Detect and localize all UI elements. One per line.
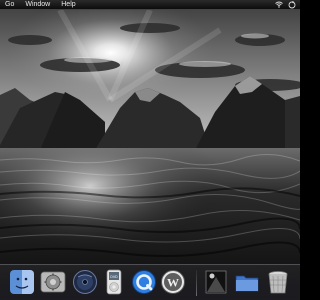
dock-trash[interactable] [265, 269, 291, 295]
menu-status-area [275, 0, 296, 9]
image-viewer-icon [205, 270, 227, 294]
menu-bar: Go Window Help [0, 0, 300, 10]
dvd-player-icon [73, 270, 97, 294]
dock-quicktime[interactable] [131, 269, 157, 295]
wordpress-icon: W [161, 270, 185, 294]
wifi-icon[interactable] [275, 1, 283, 9]
dock-system-preferences[interactable] [40, 269, 66, 295]
sync-icon[interactable] [288, 0, 296, 9]
dock: DVD W [0, 264, 300, 300]
svg-text:DVD: DVD [110, 275, 118, 279]
svg-text:W: W [167, 276, 179, 290]
menu-help[interactable]: Help [61, 0, 75, 10]
quicktime-icon [132, 270, 156, 294]
trash-icon [268, 271, 288, 294]
dock-separator [196, 270, 197, 296]
dock-finder[interactable] [9, 269, 35, 295]
dock-folder[interactable] [234, 269, 260, 295]
system-preferences-icon [40, 271, 66, 293]
dock-image-viewer[interactable] [203, 269, 229, 295]
menu-window[interactable]: Window [25, 0, 50, 10]
desktop-wallpaper [0, 0, 300, 300]
finder-icon [10, 270, 34, 294]
ipod-icon: DVD [106, 269, 122, 295]
menu-go[interactable]: Go [5, 0, 14, 10]
dock-wordpress[interactable]: W [160, 269, 186, 295]
dock-ipod[interactable]: DVD [101, 269, 127, 295]
folder-icon [235, 275, 259, 292]
dock-dvd-player[interactable] [72, 269, 98, 295]
